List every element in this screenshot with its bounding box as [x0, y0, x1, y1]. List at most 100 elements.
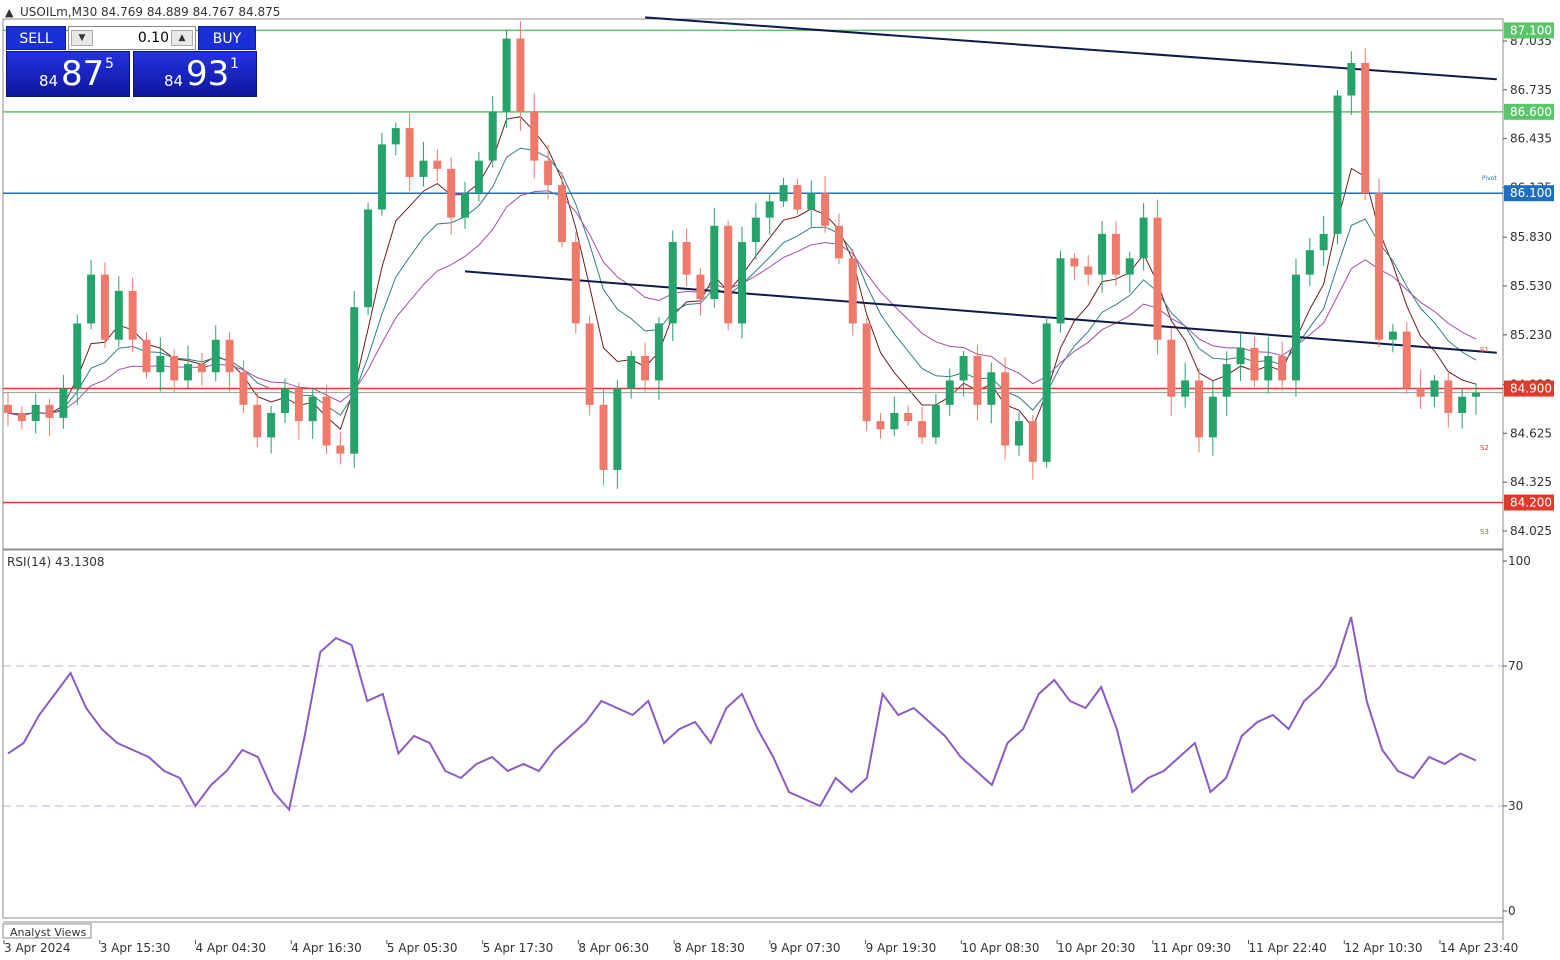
- candle-body: [322, 396, 331, 446]
- price-tick-label: 85.830: [1510, 230, 1552, 244]
- lot-size-field[interactable]: ▼ 0.10 ▲: [68, 26, 196, 50]
- price-tick-label: 86.735: [1510, 83, 1552, 97]
- candle-body: [793, 185, 802, 210]
- candle-body: [585, 323, 594, 405]
- candle-body: [211, 339, 220, 373]
- bid-main: 87: [61, 54, 105, 94]
- candle: [1042, 317, 1051, 468]
- candle-body: [599, 404, 608, 470]
- candle-body: [391, 128, 400, 145]
- candle-body: [876, 421, 885, 430]
- candle-body: [834, 225, 843, 259]
- time-tick-label: 14 Apr 23:40: [1440, 941, 1518, 955]
- candle-body: [239, 372, 248, 405]
- rsi-panel-frame: [2, 549, 1504, 919]
- bid-prefix: 84: [39, 72, 59, 90]
- time-tick-label: 9 Apr 07:30: [770, 941, 841, 955]
- candle: [1056, 250, 1065, 333]
- candle-body: [627, 356, 636, 389]
- candle-body: [959, 356, 968, 381]
- candle-body: [987, 372, 996, 405]
- price-tick-label: 86.435: [1510, 132, 1552, 146]
- candle-body: [59, 388, 68, 418]
- candle: [1153, 199, 1162, 355]
- candle-body: [1125, 258, 1134, 275]
- time-tick-label: 4 Apr 04:30: [195, 941, 266, 955]
- time-tick-label: 8 Apr 06:30: [578, 941, 649, 955]
- candle-body: [557, 185, 566, 243]
- analyst-views-label: Analyst Views: [10, 926, 86, 939]
- rsi-tick-label: 100: [1508, 554, 1531, 568]
- price-tick-label: 84.025: [1510, 524, 1552, 538]
- candle-body: [377, 144, 386, 210]
- candle-body: [280, 388, 289, 413]
- price-tick-label: 85.230: [1510, 328, 1552, 342]
- candle-body: [87, 274, 96, 324]
- candle-body: [350, 307, 359, 454]
- candle-body: [1195, 380, 1204, 438]
- candle-body: [1388, 331, 1397, 340]
- candle-body: [1264, 356, 1273, 381]
- time-axis: 3 Apr 2024 3 Apr 15:30 4 Apr 04:30 4 Apr 16…: [3, 940, 1518, 955]
- candle-body: [364, 209, 373, 308]
- candle-body: [433, 160, 442, 169]
- buy-button[interactable]: BUY: [198, 26, 256, 50]
- candle-body: [73, 323, 82, 389]
- lot-size-value[interactable]: 0.10: [138, 27, 169, 49]
- sell-button[interactable]: SELL: [6, 26, 66, 50]
- candle: [100, 262, 109, 349]
- candle-body: [1028, 421, 1037, 462]
- candle-body: [1222, 364, 1231, 397]
- pivot-tag: Pivot: [1482, 175, 1497, 182]
- candle-body: [142, 339, 151, 373]
- lot-increase-icon[interactable]: ▲: [171, 30, 193, 46]
- candle-body: [1098, 233, 1107, 275]
- candle-body: [1305, 250, 1314, 275]
- time-tick-label: 9 Apr 19:30: [866, 941, 937, 955]
- candle-body: [1416, 388, 1425, 397]
- time-tick-label: 3 Apr 15:30: [100, 941, 171, 955]
- candle-body: [308, 396, 317, 422]
- rsi-title: RSI(14) 43.1308: [7, 555, 105, 569]
- time-tick-label: 8 Apr 18:30: [674, 941, 745, 955]
- time-tick-label: 10 Apr 20:30: [1057, 941, 1135, 955]
- candle-body: [100, 274, 109, 340]
- candle: [862, 317, 871, 432]
- candle-body: [294, 388, 303, 422]
- level-label: 86.600: [1510, 105, 1552, 119]
- candle-body: [945, 380, 954, 405]
- candle-body: [613, 388, 622, 470]
- ask-pip: 1: [230, 56, 239, 72]
- candle-body: [530, 111, 539, 161]
- candle: [1333, 89, 1342, 245]
- candle-body: [1014, 421, 1023, 446]
- candle: [1402, 322, 1411, 394]
- bid-pip: 5: [105, 56, 114, 72]
- price-tick-label: 84.325: [1510, 475, 1552, 489]
- s2-tag: S2: [1480, 444, 1489, 452]
- lot-decrease-icon[interactable]: ▼: [71, 30, 93, 46]
- rsi-tick-label: 30: [1508, 799, 1523, 813]
- rsi-tick-label: 70: [1508, 659, 1523, 673]
- ask-main: 93: [186, 54, 230, 94]
- candle-body: [765, 201, 774, 218]
- candle-body: [931, 404, 940, 438]
- candle: [571, 232, 580, 334]
- candle: [1375, 178, 1384, 348]
- chart-canvas[interactable]: ▲ USOILm,M30 84.769 84.889 84.767 84.875…: [0, 0, 1560, 960]
- candle: [1291, 258, 1300, 397]
- candle-body: [724, 225, 733, 324]
- candle: [1001, 356, 1010, 460]
- candle-body: [1056, 258, 1065, 324]
- candle: [350, 291, 359, 469]
- candle-body: [336, 445, 345, 454]
- candle-body: [918, 421, 927, 438]
- bid-quote[interactable]: 84 87 5: [6, 51, 130, 97]
- candle-body: [1458, 396, 1467, 413]
- candle-body: [779, 185, 788, 202]
- price-tick-label: 85.530: [1510, 279, 1552, 293]
- candle-body: [641, 356, 650, 381]
- candle: [1361, 48, 1370, 201]
- ask-quote[interactable]: 84 93 1: [133, 51, 257, 97]
- candle-body: [1278, 356, 1287, 381]
